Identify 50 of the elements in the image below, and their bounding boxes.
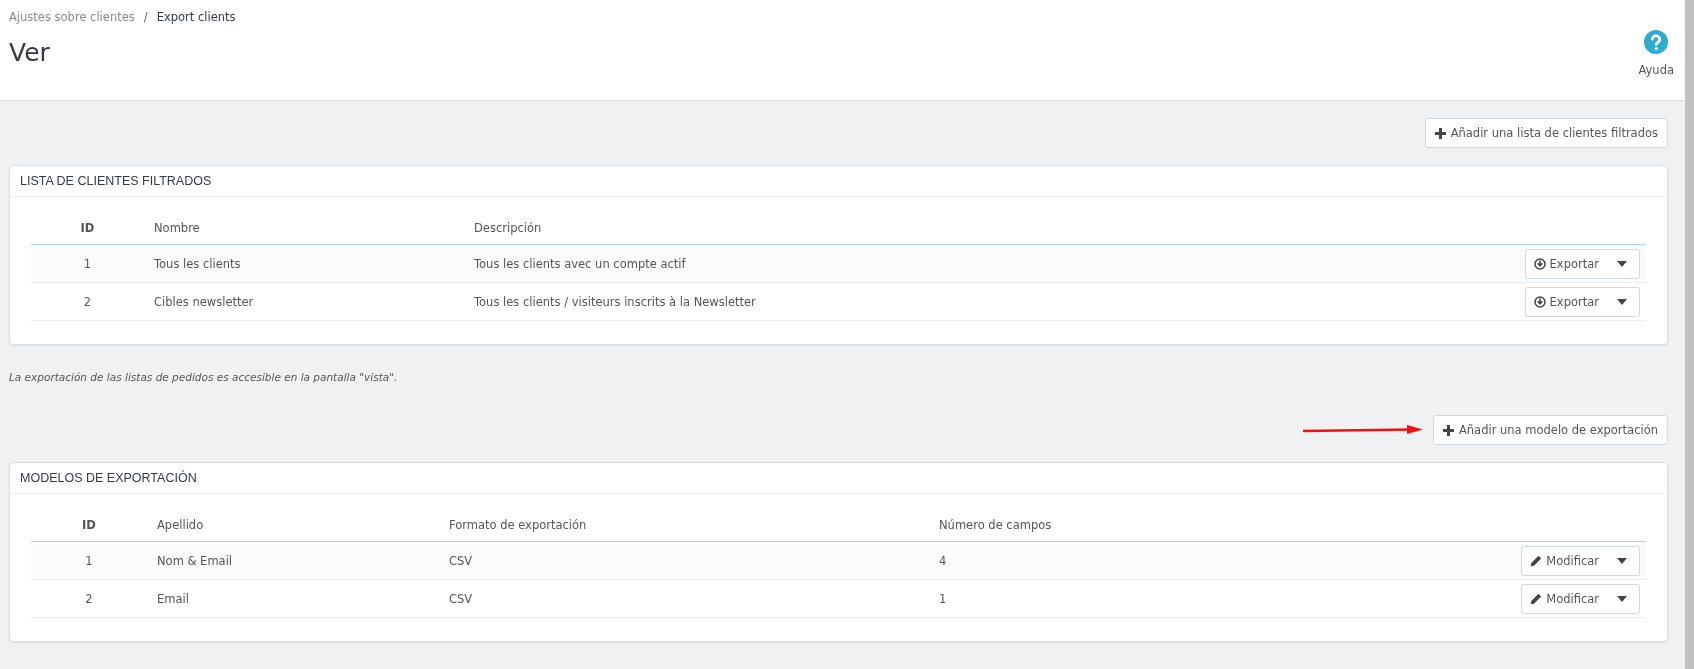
table-cell: Nom & Email [147, 541, 439, 580]
export-button[interactable]: Exportar [1524, 286, 1605, 317]
pencil-icon [1530, 592, 1543, 605]
table-cell: Cibles newsletter [144, 282, 464, 321]
column-header: Nombre [144, 210, 464, 245]
column-header: ID [31, 210, 144, 245]
edit-button[interactable]: Modificar [1521, 545, 1605, 576]
plus-icon [1434, 127, 1446, 139]
caret-icon [1617, 260, 1627, 267]
panel-heading: LISTA DE CLIENTES FILTRADOS [10, 166, 1667, 197]
breadcrumb-current: Export clients [156, 10, 236, 24]
column-header: Número de campos [929, 507, 1506, 542]
breadcrumb-link[interactable]: Ajustes sobre clientes [9, 10, 135, 24]
dropdown-toggle[interactable] [1605, 286, 1640, 317]
add-button[interactable]: Añadir una modelo de exportación [1432, 415, 1668, 445]
table-cell: 1 [31, 244, 144, 283]
dropdown-toggle[interactable] [1605, 248, 1640, 279]
column-header: Descripción [464, 210, 1506, 245]
table-cell: 4 [929, 541, 1506, 580]
table-cell: 1 [31, 541, 147, 580]
edit-button[interactable]: Modificar [1521, 583, 1605, 614]
caret-icon [1617, 595, 1627, 602]
column-header: Apellido [147, 507, 439, 542]
table-cell: 2 [31, 282, 144, 321]
caret-icon [1617, 298, 1627, 305]
table-cell: 1 [929, 579, 1506, 618]
panel-heading: MODELOS DE EXPORTACIÓN [10, 463, 1667, 494]
download-icon [1533, 295, 1546, 308]
help-icon [1644, 30, 1669, 54]
export-button[interactable]: Exportar [1524, 248, 1605, 279]
page-title: Ver [9, 38, 51, 67]
caret-icon [1617, 557, 1627, 564]
table-cell: Tous les clients avec un compte actif [464, 244, 1506, 283]
column-header: ID [31, 507, 147, 542]
add-button[interactable]: Añadir una lista de clientes filtrados [1424, 118, 1668, 148]
download-icon [1533, 257, 1546, 270]
info-note: La exportación de las listas de pedidos es accesible en la pantalla "vista". [9, 371, 399, 383]
column-header: Formato de exportación [439, 507, 929, 542]
dropdown-toggle[interactable] [1605, 583, 1640, 614]
breadcrumb-separator: / [143, 10, 148, 24]
table-cell: Tous les clients [144, 244, 464, 283]
table-cell: CSV [439, 579, 929, 618]
help-button[interactable]: Ayuda [1638, 30, 1674, 77]
table-cell: CSV [439, 541, 929, 580]
table-cell: 2 [31, 579, 147, 618]
plus-icon [1442, 424, 1454, 436]
table-cell: Tous les clients / visiteurs inscrits à la Newsletter [464, 282, 1506, 321]
table-cell: Email [147, 579, 439, 618]
pencil-icon [1530, 554, 1543, 567]
dropdown-toggle[interactable] [1605, 545, 1640, 576]
